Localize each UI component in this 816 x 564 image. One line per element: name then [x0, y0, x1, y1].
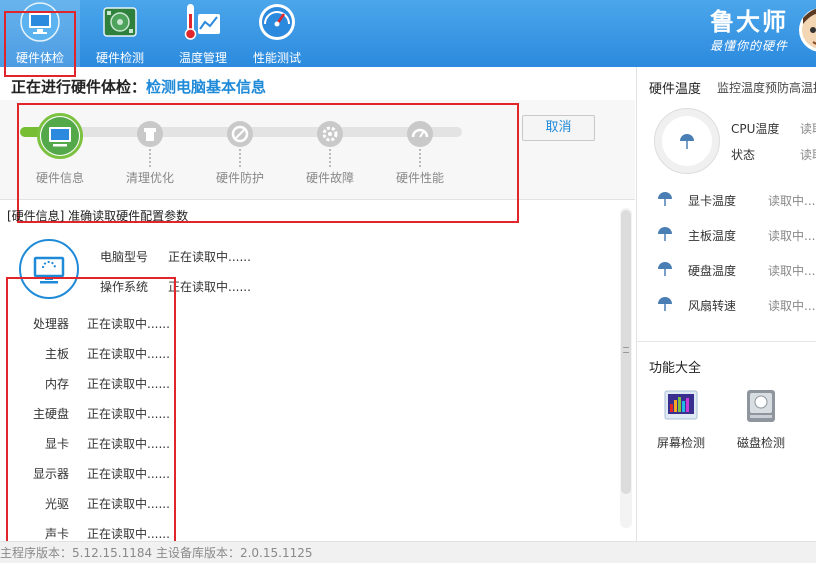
- step-label: 硬件性能: [395, 171, 444, 185]
- hw-label: 主硬盘: [32, 407, 69, 421]
- info-label: 操作系统: [100, 280, 149, 294]
- step-connector: [149, 149, 151, 167]
- temp-value: 读取中...: [768, 264, 816, 278]
- hw-value: 正在读取中......: [87, 377, 170, 391]
- hw-label: 光驱: [44, 497, 69, 511]
- broom-icon: [144, 128, 156, 141]
- panel-title: 硬件温度: [649, 82, 702, 97]
- step-connector: [239, 149, 241, 167]
- state-label: 状态: [731, 148, 756, 162]
- title-prefix: 正在进行硬件体检：: [11, 78, 147, 96]
- hw-value: 正在读取中......: [87, 317, 170, 331]
- hw-value: 正在读取中......: [87, 407, 170, 421]
- title-highlight: 检测电脑基本信息: [146, 78, 267, 96]
- umbrella-icon: [680, 134, 694, 149]
- step-circle: [227, 121, 253, 147]
- hw-value: 正在读取中......: [87, 497, 170, 511]
- thermometer-chart-icon: [184, 4, 220, 40]
- umbrella-icon: [658, 297, 672, 311]
- cancel-button[interactable]: 取消: [522, 115, 595, 141]
- step-label: 清理优化: [125, 171, 174, 185]
- cpu-temp-label: CPU温度: [731, 122, 780, 136]
- gear-icon: [322, 126, 338, 142]
- step-circle: [407, 121, 433, 147]
- tab-temperature[interactable]: 温度管理: [163, 0, 243, 67]
- monitor-icon: [33, 256, 65, 284]
- info-value: 正在读取中......: [168, 280, 251, 294]
- step-label: 硬件信息: [35, 171, 84, 185]
- feature-label: 磁盘检测: [736, 436, 785, 450]
- tab-label: 性能测试: [252, 51, 301, 65]
- temp-label: 硬盘温度: [688, 264, 737, 278]
- disk-check-icon: [747, 390, 775, 422]
- top-toolbar: 硬件体检 硬件检测 温度管理 性能测试 鲁大师 最懂你的硬件: [0, 0, 816, 67]
- umbrella-icon: [658, 262, 672, 276]
- hw-label: 显卡: [44, 437, 69, 451]
- step-connector: [419, 149, 421, 167]
- screen-test-icon: [664, 390, 698, 420]
- temp-value: 读取中...: [768, 229, 816, 243]
- umbrella-icon: [658, 227, 672, 241]
- hw-label: 处理器: [32, 317, 69, 331]
- mascot-avatar-icon: [799, 8, 816, 52]
- features-title: 功能大全: [649, 361, 702, 376]
- tab-label: 温度管理: [178, 51, 227, 65]
- panel-divider: [637, 341, 816, 342]
- brand-name: 鲁大师: [710, 8, 788, 36]
- cpu-temp-value: 读取: [800, 122, 816, 136]
- step-circle: [317, 121, 343, 147]
- temp-label: 风扇转速: [688, 299, 737, 313]
- feature-label: 屏幕检测: [656, 436, 705, 450]
- temp-label: 显卡温度: [688, 194, 737, 208]
- tab-label: 硬件检测: [95, 51, 144, 65]
- tab-label: 硬件体检: [15, 51, 64, 65]
- umbrella-icon: [658, 192, 672, 206]
- tab-hardware-detect[interactable]: 硬件检测: [80, 0, 160, 67]
- hw-value: 正在读取中......: [87, 347, 170, 361]
- section-header: [硬件信息] 准确读取硬件配置参数: [7, 209, 189, 223]
- temp-value: 读取中...: [768, 194, 816, 208]
- temp-label: 主板温度: [688, 229, 737, 243]
- step-circle: [137, 121, 163, 147]
- status-bar: 主程序版本：5.12.15.1184 主设备库版本：2.0.15.1125: [0, 541, 816, 563]
- hw-label: 内存: [44, 377, 69, 391]
- scroll-grip-icon: [623, 347, 629, 353]
- step-connector: [329, 149, 331, 167]
- hw-value: 正在读取中......: [87, 467, 170, 481]
- gauge-center: [662, 116, 712, 166]
- page-title: 正在进行硬件体检：检测电脑基本信息: [11, 76, 266, 97]
- state-value: 读取: [800, 148, 816, 162]
- panel-subtitle: 监控温度预防高温损: [717, 81, 816, 95]
- brand-slogan: 最懂你的硬件: [709, 39, 788, 53]
- step-label: 硬件故障: [305, 171, 354, 185]
- speedometer-icon: [259, 4, 295, 40]
- hw-label: 声卡: [44, 527, 69, 541]
- monitor-icon: [41, 117, 79, 155]
- monitor-icon: [20, 2, 60, 42]
- computer-ring: [19, 239, 79, 299]
- info-label: 电脑型号: [100, 250, 149, 264]
- shield-icon: [231, 125, 249, 143]
- hw-value: 正在读取中......: [87, 437, 170, 451]
- tab-hardware-checkup[interactable]: 硬件体检: [0, 0, 80, 67]
- tab-performance[interactable]: 性能测试: [237, 0, 317, 67]
- temp-value: 读取中...: [768, 299, 816, 313]
- step-circle: [37, 113, 83, 159]
- hw-value: 正在读取中......: [87, 527, 170, 541]
- circuit-board-icon: [103, 7, 137, 37]
- speedometer-icon: [411, 128, 429, 138]
- step-label: 硬件防护: [215, 171, 264, 185]
- info-value: 正在读取中......: [168, 250, 251, 264]
- hw-label: 显示器: [32, 467, 69, 481]
- hw-label: 主板: [44, 347, 69, 361]
